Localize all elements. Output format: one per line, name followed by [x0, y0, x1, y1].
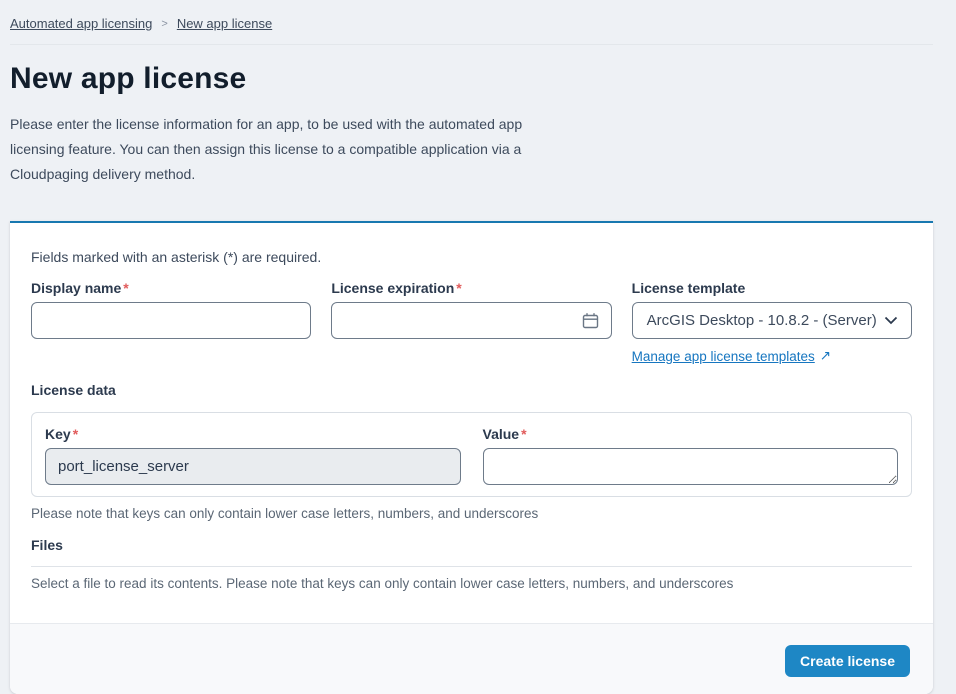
value-textarea[interactable]: [483, 448, 899, 485]
license-expiration-input-wrap: [331, 302, 611, 339]
value-group: Value*: [483, 426, 899, 485]
form-body: Fields marked with an asterisk (*) are r…: [10, 223, 933, 623]
display-name-group: Display name*: [31, 280, 311, 366]
license-expiration-label: License expiration*: [331, 280, 611, 296]
license-expiration-label-text: License expiration: [331, 280, 454, 296]
value-label-text: Value: [483, 426, 520, 442]
license-template-select[interactable]: ArcGIS Desktop - 10.8.2 - (Server): [632, 302, 912, 339]
files-divider: [31, 566, 912, 567]
license-expiration-group: License expiration*: [331, 280, 611, 366]
page: Automated app licensing > New app licens…: [10, 0, 933, 694]
value-label: Value*: [483, 426, 899, 442]
files-note: Select a file to read its contents. Plea…: [31, 576, 912, 591]
breadcrumb: Automated app licensing > New app licens…: [10, 16, 933, 31]
license-template-label: License template: [632, 280, 912, 296]
external-link-icon: ↗: [820, 348, 831, 364]
required-asterisk: *: [521, 426, 526, 442]
manage-license-templates-link-text: Manage app license templates: [632, 349, 815, 364]
license-template-group: License template ArcGIS Desktop - 10.8.2…: [632, 280, 912, 366]
chevron-down-icon: [884, 312, 898, 329]
license-expiration-input[interactable]: [331, 302, 611, 339]
new-license-form-card: Fields marked with an asterisk (*) are r…: [10, 221, 933, 694]
breadcrumb-link-automated-app-licensing[interactable]: Automated app licensing: [10, 16, 152, 31]
breadcrumb-link-new-app-license[interactable]: New app license: [177, 16, 272, 31]
files-section-label: Files: [31, 537, 912, 553]
display-name-input[interactable]: [31, 302, 311, 339]
form-footer: Create license: [10, 623, 933, 694]
key-format-note: Please note that keys can only contain l…: [31, 506, 912, 521]
required-asterisk: *: [456, 280, 461, 296]
breadcrumb-separator-icon: >: [161, 18, 167, 30]
key-label-text: Key: [45, 426, 71, 442]
required-fields-note: Fields marked with an asterisk (*) are r…: [31, 249, 912, 265]
key-input[interactable]: [45, 448, 461, 485]
key-group: Key*: [45, 426, 461, 485]
display-name-label: Display name*: [31, 280, 311, 296]
manage-license-templates-link[interactable]: Manage app license templates ↗: [632, 348, 831, 364]
page-title: New app license: [10, 62, 933, 96]
required-asterisk: *: [123, 280, 128, 296]
required-asterisk: *: [73, 426, 78, 442]
breadcrumb-divider: [10, 44, 933, 45]
license-template-selected-value: ArcGIS Desktop - 10.8.2 - (Server): [647, 312, 877, 329]
create-license-button[interactable]: Create license: [785, 645, 910, 677]
license-data-subcard: Key* Value*: [31, 412, 912, 497]
license-template-label-text: License template: [632, 280, 746, 296]
license-data-section-label: License data: [31, 382, 912, 398]
main-fields-row: Display name* License expiration*: [31, 280, 912, 366]
page-description: Please enter the license information for…: [10, 112, 526, 187]
key-label: Key*: [45, 426, 461, 442]
display-name-label-text: Display name: [31, 280, 121, 296]
